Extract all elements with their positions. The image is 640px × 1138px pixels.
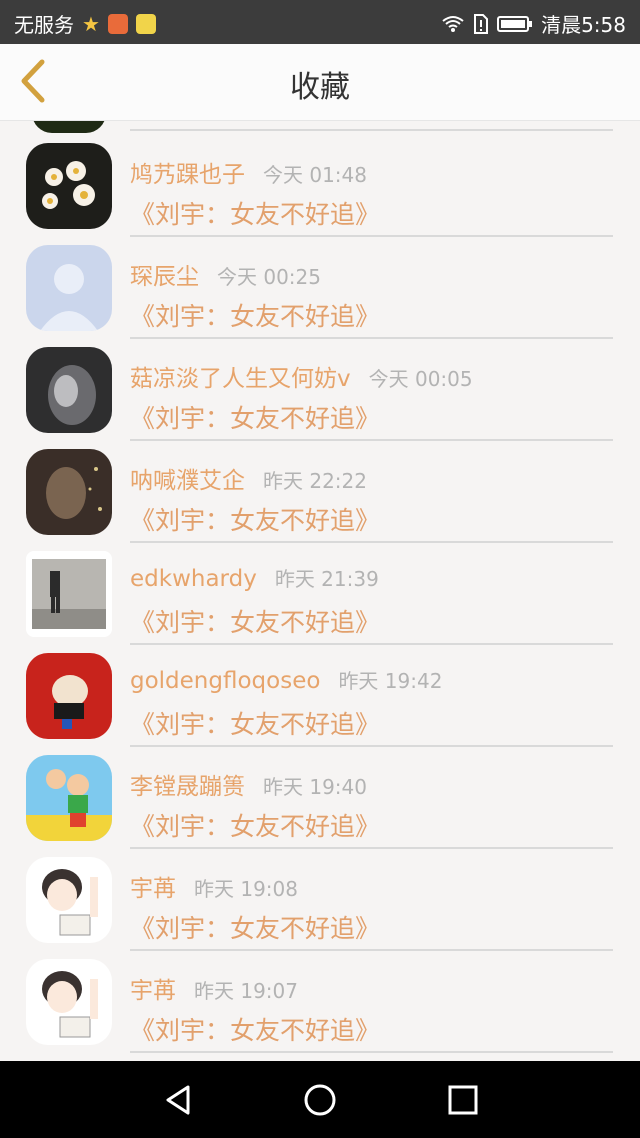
list-item[interactable]: 宇苒 昨天 19:07 《刘宇：女友不好追》 — [0, 949, 640, 1053]
user-name[interactable]: 宇苒 — [130, 876, 176, 902]
carrier-text: 无服务 — [14, 13, 74, 37]
item-meta: 鸠艿踝也子 今天 01:48 — [130, 155, 367, 189]
book-title[interactable]: 《刘宇：女友不好追》 — [130, 501, 380, 537]
timestamp: 昨天 22:22 — [263, 469, 367, 493]
chat-notification-icon — [135, 13, 156, 34]
list-item[interactable]: 菇凉淡了人生又何妨v 今天 00:05 《刘宇：女友不好追》 — [0, 337, 640, 441]
item-meta: edkwhardy 昨天 21:39 — [130, 563, 379, 592]
row-divider — [130, 1051, 613, 1053]
sim-alert-icon — [474, 13, 489, 34]
page-title: 收藏 — [290, 70, 350, 105]
timestamp: 今天 01:48 — [263, 163, 367, 187]
system-navigation-bar — [0, 1061, 640, 1138]
flower-avatar-image — [42, 161, 95, 209]
avatar[interactable] — [26, 755, 112, 841]
item-meta: 宇苒 昨天 19:07 — [130, 971, 298, 1005]
book-title[interactable]: 《刘宇：女友不好追》 — [130, 909, 380, 945]
anime-boy-avatar-image — [42, 869, 98, 936]
user-name[interactable]: 菇凉淡了人生又何妨v — [130, 366, 351, 392]
status-bar: 无服务 ★ 清晨5:58 — [0, 0, 640, 44]
book-title[interactable]: 《刘宇：女友不好追》 — [130, 807, 380, 843]
avatar — [32, 121, 106, 133]
list-item[interactable]: 鸠艿踝也子 今天 01:48 《刘宇：女友不好追》 — [0, 133, 640, 237]
photo-avatar-image — [48, 365, 96, 425]
avatar[interactable] — [26, 449, 112, 535]
item-meta: 菇凉淡了人生又何妨v 今天 00:05 — [130, 359, 473, 393]
wifi-icon — [442, 15, 464, 32]
user-name[interactable]: 宇苒 — [130, 978, 176, 1004]
item-meta: 呐喊濮艾企 昨天 22:22 — [130, 461, 367, 495]
timestamp: 昨天 21:39 — [274, 567, 379, 591]
user-name[interactable]: 琛辰尘 — [130, 264, 199, 290]
status-left: 无服务 ★ — [14, 9, 156, 38]
book-title[interactable]: 《刘宇：女友不好追》 — [130, 1011, 380, 1047]
timestamp: 今天 00:05 — [368, 367, 473, 391]
avatar[interactable] — [26, 551, 112, 637]
timestamp: 昨天 19:08 — [194, 877, 298, 901]
book-title[interactable]: 《刘宇：女友不好追》 — [130, 603, 380, 639]
avatar[interactable] — [26, 857, 112, 943]
item-meta: 琛辰尘 今天 00:25 — [130, 257, 321, 291]
avatar[interactable] — [26, 653, 112, 739]
nav-recent-apps-icon[interactable] — [446, 1083, 480, 1117]
app-notification-icon — [107, 13, 128, 34]
list-item[interactable]: 呐喊濮艾企 昨天 22:22 《刘宇：女友不好追》 — [0, 439, 640, 543]
star-icon: ★ — [82, 11, 100, 36]
avatar[interactable] — [26, 245, 112, 331]
user-name[interactable]: edkwhardy — [130, 566, 257, 592]
street-photo-avatar-image — [32, 559, 106, 629]
book-title[interactable]: 《刘宇：女友不好追》 — [130, 399, 380, 435]
item-meta: goldengfloqoseo 昨天 19:42 — [130, 665, 442, 694]
cartoon-kids-avatar-image — [26, 769, 112, 841]
header-bar: 收藏 — [0, 44, 640, 121]
avatar[interactable] — [26, 143, 112, 229]
timestamp: 昨天 19:42 — [338, 669, 443, 693]
status-right: 清晨5:58 — [441, 9, 626, 38]
nav-back-icon[interactable] — [162, 1083, 196, 1117]
battery-icon — [497, 15, 533, 32]
user-name[interactable]: 李镗晟蹦篑 — [130, 774, 245, 800]
item-meta: 宇苒 昨天 19:08 — [130, 869, 298, 903]
user-name[interactable]: 鸠艿踝也子 — [130, 162, 245, 188]
list-item[interactable]: 宇苒 昨天 19:08 《刘宇：女友不好追》 — [0, 847, 640, 951]
avatar[interactable] — [26, 959, 112, 1045]
book-title[interactable]: 《刘宇：女友不好追》 — [130, 195, 380, 231]
anime-boy-avatar-image — [42, 971, 98, 1038]
nav-home-icon[interactable] — [303, 1083, 337, 1117]
timestamp: 昨天 19:07 — [194, 979, 298, 1003]
book-title[interactable]: 《刘宇：女友不好追》 — [130, 705, 380, 741]
book-title[interactable]: 《刘宇：女友不好追》 — [130, 297, 380, 333]
favorites-list[interactable]: 鸠艿踝也子 今天 01:48 《刘宇：女友不好追》 琛辰尘 今天 00:25 《刘宇… — [0, 121, 640, 1061]
cartoon-avatar-image — [52, 675, 88, 729]
avatar[interactable] — [26, 347, 112, 433]
portrait-avatar-image — [46, 467, 102, 519]
item-meta: 李镗晟蹦篑 昨天 19:40 — [130, 767, 367, 801]
timestamp: 昨天 19:40 — [263, 775, 367, 799]
list-item[interactable]: 琛辰尘 今天 00:25 《刘宇：女友不好追》 — [0, 235, 640, 339]
partial-top-row — [0, 121, 640, 133]
user-name[interactable]: goldengfloqoseo — [130, 668, 320, 694]
list-item[interactable]: edkwhardy 昨天 21:39 《刘宇：女友不好追》 — [0, 541, 640, 645]
row-divider — [130, 129, 613, 131]
list-item[interactable]: goldengfloqoseo 昨天 19:42 《刘宇：女友不好追》 — [0, 643, 640, 747]
clock-text: 清晨5:58 — [541, 13, 626, 37]
list-item[interactable]: 李镗晟蹦篑 昨天 19:40 《刘宇：女友不好追》 — [0, 745, 640, 849]
timestamp: 今天 00:25 — [217, 265, 321, 289]
user-name[interactable]: 呐喊濮艾企 — [130, 468, 245, 494]
default-user-avatar-image — [40, 264, 98, 331]
